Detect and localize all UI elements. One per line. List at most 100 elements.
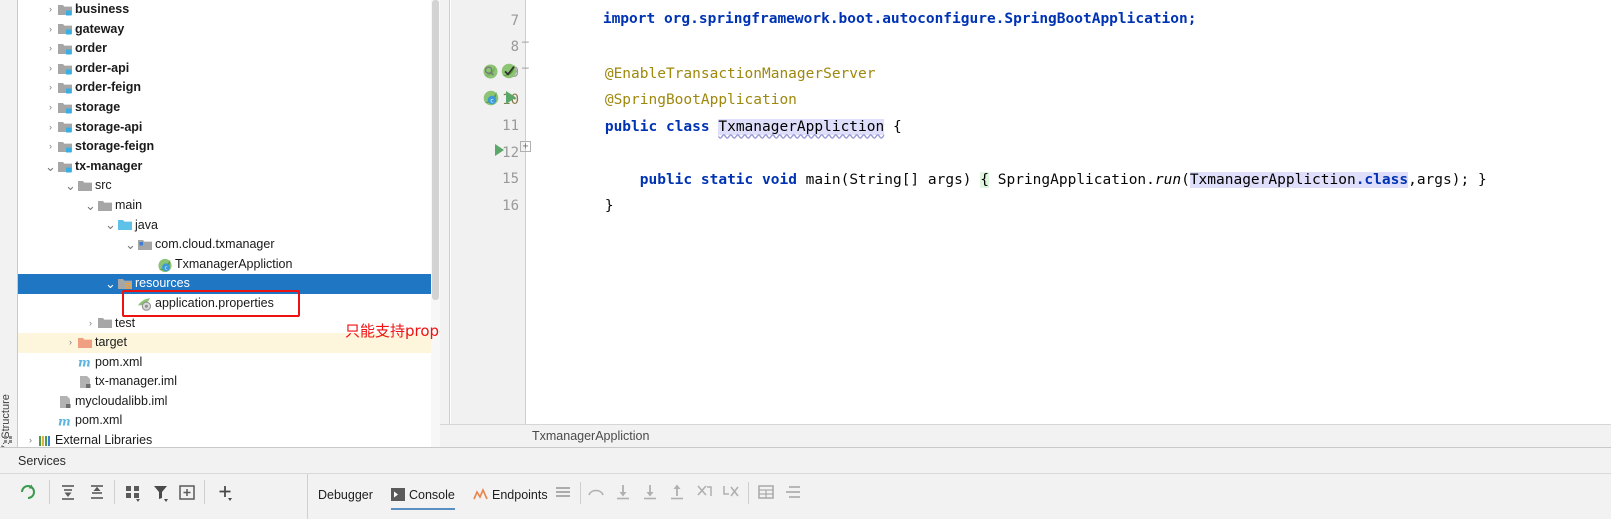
tree-item-label: order-feign: [75, 80, 141, 95]
code-paren-open: (: [1181, 171, 1190, 188]
tree-item-label: TxmanagerAppliction: [175, 256, 293, 271]
chevron-right-icon[interactable]: ›: [84, 314, 97, 334]
chevron-down-icon[interactable]: ⌄: [84, 199, 97, 212]
tree-item-business[interactable]: › business: [18, 0, 440, 20]
add-icon[interactable]: [214, 481, 236, 503]
tree-scrollbar[interactable]: [431, 0, 440, 447]
chevron-right-icon[interactable]: ›: [24, 431, 37, 447]
tree-item-order-api[interactable]: › order-api: [18, 59, 440, 79]
tree-scrollbar-thumb[interactable]: [432, 0, 439, 300]
editor-gutter[interactable]: 7 8 9 10 11 12 15 16: [451, 0, 525, 447]
tree-item-src[interactable]: ⌄ src: [18, 176, 440, 196]
menu-icon[interactable]: [552, 481, 574, 503]
tree-item-pom-xml[interactable]: m pom.xml: [18, 353, 440, 373]
line-number: 15: [502, 171, 519, 187]
tree-item-main[interactable]: ⌄ main: [18, 196, 440, 216]
tab-endpoints-label: Endpoints: [492, 488, 548, 502]
tree-item-resources[interactable]: ⌄ resources: [18, 274, 440, 294]
tree-item-txmanagerappliction[interactable]: c TxmanagerAppliction: [18, 255, 440, 275]
tab-debugger[interactable]: Debugger: [318, 480, 373, 510]
code-brace-open-highlight: {: [980, 171, 990, 188]
chevron-down-icon[interactable]: ⌄: [104, 218, 117, 231]
drop-frame-icon[interactable]: [720, 481, 742, 503]
spring-class-icon: c: [157, 258, 173, 272]
tree-item-mycloudalibb-iml[interactable]: mycloudalibb.iml: [18, 392, 440, 412]
chevron-down-icon[interactable]: ⌄: [64, 179, 77, 192]
breadcrumb-class[interactable]: TxmanagerAppliction: [532, 429, 649, 443]
add-frame-icon[interactable]: [176, 481, 198, 503]
tree-item-external-libraries[interactable]: › External Libraries: [18, 431, 440, 447]
iml-icon: [57, 395, 73, 409]
chevron-right-icon[interactable]: ›: [64, 333, 77, 353]
step-out-icon[interactable]: [585, 481, 607, 503]
rerun-icon[interactable]: [17, 481, 39, 503]
project-tree-panel[interactable]: › business › gateway › order › order-api › order-…: [18, 0, 440, 447]
chevron-right-icon[interactable]: ›: [44, 98, 57, 118]
filter-icon[interactable]: [150, 481, 172, 503]
tree-item-storage-feign[interactable]: › storage-feign: [18, 137, 440, 157]
spring-search-bean-icon[interactable]: [483, 64, 498, 79]
fold-expand-line12[interactable]: +: [520, 141, 531, 152]
tree-item-label: order-api: [75, 60, 130, 75]
source-folder-icon: [117, 218, 133, 232]
module-folder-icon: [57, 160, 73, 174]
spring-config-bean-icon[interactable]: c: [483, 90, 499, 106]
tree-item-label: resources: [135, 276, 190, 291]
group-by-icon[interactable]: [122, 481, 144, 503]
tree-item-pom-xml[interactable]: m pom.xml: [18, 411, 440, 431]
chevron-down-icon[interactable]: ⌄: [44, 160, 57, 173]
tree-item-order[interactable]: › order: [18, 39, 440, 59]
tree-item-label: main: [115, 197, 143, 212]
tree-item-order-feign[interactable]: › order-feign: [18, 78, 440, 98]
chevron-right-icon[interactable]: ›: [44, 39, 57, 59]
force-step-into-icon[interactable]: [666, 481, 688, 503]
left-tool-strip: 7: Structure: [0, 0, 18, 451]
tree-item-gateway[interactable]: › gateway: [18, 20, 440, 40]
evaluate-expression-icon[interactable]: [755, 481, 777, 503]
run-method-icon[interactable]: [493, 143, 506, 157]
services-header: Services: [0, 447, 1611, 473]
collapse-all-icon[interactable]: [86, 481, 108, 503]
chevron-right-icon[interactable]: ›: [44, 59, 57, 79]
chevron-right-icon[interactable]: ›: [44, 0, 57, 20]
fold-marker-line9[interactable]: ─: [522, 62, 529, 75]
code-class-ref: TxmanagerAppliction: [1189, 171, 1356, 188]
code-keyword-import: import org.springframework.boot.autoconf…: [602, 10, 1197, 27]
module-folder-icon: [57, 3, 73, 17]
code-editor[interactable]: 7 8 9 10 11 12 15 16: [440, 0, 1611, 447]
spring-bean-check-icon[interactable]: [501, 63, 517, 79]
toolbar-separator: [49, 480, 50, 504]
fold-marker-line8[interactable]: ─: [522, 36, 529, 49]
chevron-down-icon[interactable]: ⌄: [124, 238, 137, 251]
tree-item-tx-manager[interactable]: ⌄ tx-manager: [18, 157, 440, 177]
tree-item-storage[interactable]: › storage: [18, 98, 440, 118]
code-method-name: main: [805, 171, 841, 188]
chevron-right-icon[interactable]: ›: [44, 118, 57, 138]
code-line-8: @EnableTransactionManagerServer: [535, 34, 876, 82]
run-application-icon[interactable]: [504, 90, 518, 105]
target-folder-icon: [77, 336, 93, 350]
tree-item-tx-manager-iml[interactable]: tx-manager.iml: [18, 372, 440, 392]
chevron-down-icon[interactable]: ⌄: [104, 277, 117, 290]
tree-item-com-cloud-txmanager[interactable]: ⌄ com.cloud.txmanager: [18, 235, 440, 255]
chevron-right-icon[interactable]: ›: [44, 78, 57, 98]
soft-wrap-icon[interactable]: [782, 481, 804, 503]
code-keyword-static: static: [700, 171, 754, 188]
tree-item-label: application.properties: [155, 295, 274, 310]
tab-endpoints[interactable]: Endpoints: [473, 480, 548, 510]
code-text-area[interactable]: import org.springframework.boot.autoconf…: [520, 0, 1611, 447]
step-over-icon[interactable]: [612, 481, 634, 503]
tree-item-application-properties[interactable]: application.properties: [18, 294, 440, 314]
tree-item-storage-api[interactable]: › storage-api: [18, 118, 440, 138]
step-into-icon[interactable]: [639, 481, 661, 503]
tab-console[interactable]: Console: [391, 480, 455, 510]
resources-folder-icon: [117, 277, 133, 291]
module-folder-icon: [57, 140, 73, 154]
tree-item-java[interactable]: ⌄ java: [18, 216, 440, 236]
chevron-right-icon[interactable]: ›: [44, 20, 57, 40]
expand-all-icon[interactable]: [57, 481, 79, 503]
tree-item-label: storage-feign: [75, 139, 155, 154]
console-icon: [391, 488, 405, 501]
chevron-right-icon[interactable]: ›: [44, 137, 57, 157]
run-to-cursor-icon[interactable]: [693, 481, 715, 503]
